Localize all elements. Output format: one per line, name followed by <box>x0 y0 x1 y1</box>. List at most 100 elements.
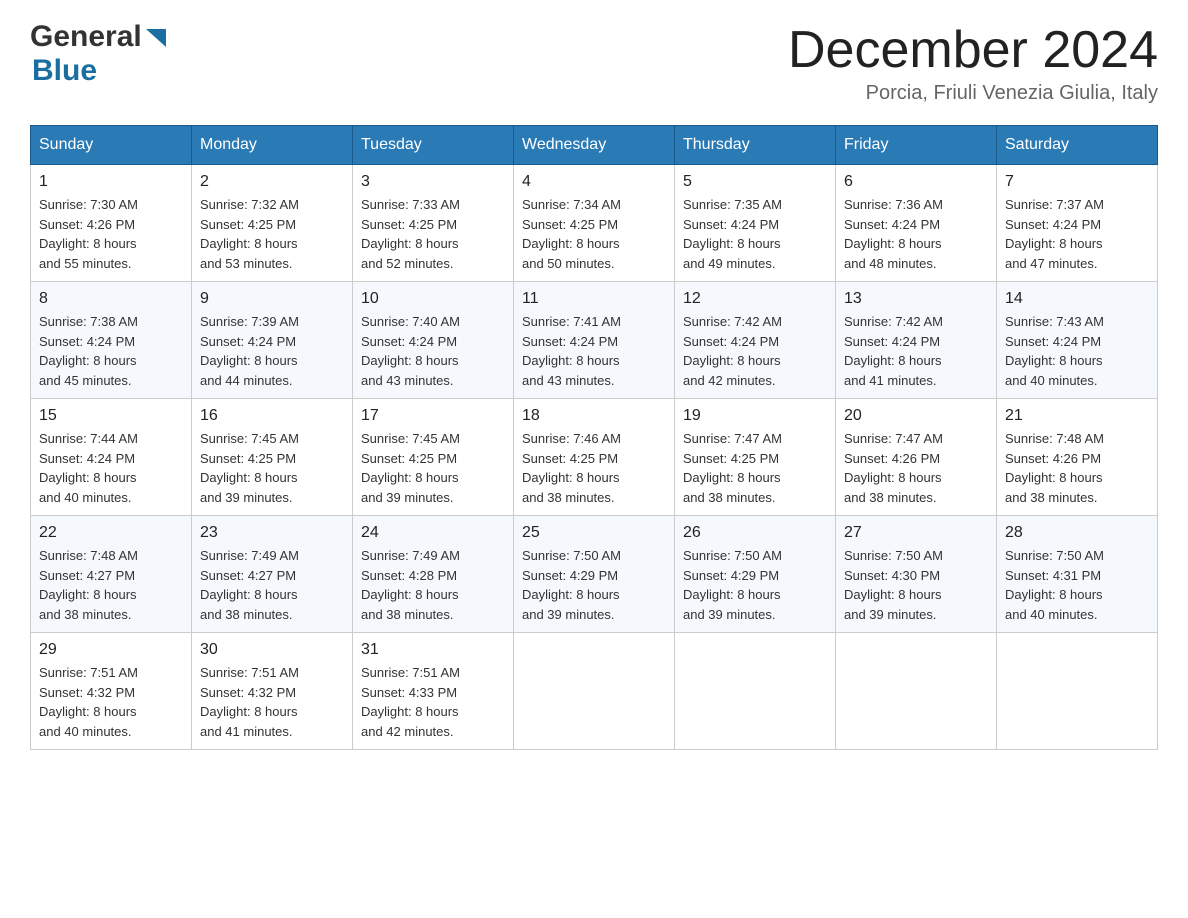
day-info: Sunrise: 7:50 AMSunset: 4:29 PMDaylight:… <box>683 546 827 624</box>
calendar-day-cell: 12 Sunrise: 7:42 AMSunset: 4:24 PMDayligh… <box>675 282 836 399</box>
day-info: Sunrise: 7:46 AMSunset: 4:25 PMDaylight:… <box>522 429 666 507</box>
col-saturday: Saturday <box>997 126 1158 165</box>
day-number: 31 <box>361 641 505 659</box>
day-number: 24 <box>361 524 505 542</box>
day-number: 30 <box>200 641 344 659</box>
calendar-day-cell: 25 Sunrise: 7:50 AMSunset: 4:29 PMDayligh… <box>514 516 675 633</box>
day-number: 11 <box>522 290 666 308</box>
col-wednesday: Wednesday <box>514 126 675 165</box>
day-info: Sunrise: 7:40 AMSunset: 4:24 PMDaylight:… <box>361 312 505 390</box>
calendar-week-row: 1 Sunrise: 7:30 AMSunset: 4:26 PMDaylight… <box>31 165 1158 282</box>
calendar-day-cell: 26 Sunrise: 7:50 AMSunset: 4:29 PMDayligh… <box>675 516 836 633</box>
calendar-day-cell: 29 Sunrise: 7:51 AMSunset: 4:32 PMDayligh… <box>31 633 192 750</box>
day-number: 1 <box>39 173 183 191</box>
logo-general-text: General <box>30 20 142 54</box>
day-info: Sunrise: 7:51 AMSunset: 4:32 PMDaylight:… <box>39 663 183 741</box>
day-info: Sunrise: 7:51 AMSunset: 4:32 PMDaylight:… <box>200 663 344 741</box>
calendar-day-cell: 11Sunrise: 7:41 AMSunset: 4:24 PMDayligh… <box>514 282 675 399</box>
calendar-day-cell: 13Sunrise: 7:42 AMSunset: 4:24 PMDayligh… <box>836 282 997 399</box>
day-number: 26 <box>683 524 827 542</box>
calendar-day-cell: 20Sunrise: 7:47 AMSunset: 4:26 PMDayligh… <box>836 399 997 516</box>
day-info: Sunrise: 7:51 AMSunset: 4:33 PMDaylight:… <box>361 663 505 741</box>
calendar-week-row: 22Sunrise: 7:48 AMSunset: 4:27 PMDayligh… <box>31 516 1158 633</box>
day-number: 25 <box>522 524 666 542</box>
day-info: Sunrise: 7:32 AMSunset: 4:25 PMDaylight:… <box>200 195 344 273</box>
day-info: Sunrise: 7:49 AMSunset: 4:27 PMDaylight:… <box>200 546 344 624</box>
day-info: Sunrise: 7:42 AMSunset: 4:24 PMDaylight:… <box>683 312 827 390</box>
day-number: 4 <box>522 173 666 191</box>
day-info: Sunrise: 7:50 AMSunset: 4:29 PMDaylight:… <box>522 546 666 624</box>
month-title: December 2024 <box>788 20 1158 80</box>
location: Porcia, Friuli Venezia Giulia, Italy <box>788 82 1158 105</box>
day-number: 20 <box>844 407 988 425</box>
day-number: 28 <box>1005 524 1149 542</box>
calendar-table: Sunday Monday Tuesday Wednesday Thursday… <box>30 125 1158 750</box>
col-friday: Friday <box>836 126 997 165</box>
day-number: 17 <box>361 407 505 425</box>
calendar-day-cell: 27 Sunrise: 7:50 AMSunset: 4:30 PMDayligh… <box>836 516 997 633</box>
day-info: Sunrise: 7:36 AMSunset: 4:24 PMDaylight:… <box>844 195 988 273</box>
calendar-day-cell: 17 Sunrise: 7:45 AMSunset: 4:25 PMDayligh… <box>353 399 514 516</box>
calendar-day-cell: 1 Sunrise: 7:30 AMSunset: 4:26 PMDaylight… <box>31 165 192 282</box>
calendar-day-cell <box>514 633 675 750</box>
calendar-day-cell: 6Sunrise: 7:36 AMSunset: 4:24 PMDaylight… <box>836 165 997 282</box>
day-number: 10 <box>361 290 505 308</box>
day-number: 9 <box>200 290 344 308</box>
day-number: 8 <box>39 290 183 308</box>
calendar-week-row: 15 Sunrise: 7:44 AMSunset: 4:24 PMDayligh… <box>31 399 1158 516</box>
day-info: Sunrise: 7:35 AMSunset: 4:24 PMDaylight:… <box>683 195 827 273</box>
day-info: Sunrise: 7:50 AMSunset: 4:30 PMDaylight:… <box>844 546 988 624</box>
calendar-week-row: 29 Sunrise: 7:51 AMSunset: 4:32 PMDayligh… <box>31 633 1158 750</box>
title-area: December 2024 Porcia, Friuli Venezia Giu… <box>788 20 1158 105</box>
calendar-day-cell: 31 Sunrise: 7:51 AMSunset: 4:33 PMDayligh… <box>353 633 514 750</box>
day-number: 15 <box>39 407 183 425</box>
logo: General Blue <box>30 20 166 88</box>
day-info: Sunrise: 7:44 AMSunset: 4:24 PMDaylight:… <box>39 429 183 507</box>
day-number: 3 <box>361 173 505 191</box>
calendar-day-cell: 9 Sunrise: 7:39 AMSunset: 4:24 PMDaylight… <box>192 282 353 399</box>
day-info: Sunrise: 7:30 AMSunset: 4:26 PMDaylight:… <box>39 195 183 273</box>
day-info: Sunrise: 7:38 AMSunset: 4:24 PMDaylight:… <box>39 312 183 390</box>
col-thursday: Thursday <box>675 126 836 165</box>
calendar-day-cell: 24 Sunrise: 7:49 AMSunset: 4:28 PMDayligh… <box>353 516 514 633</box>
day-info: Sunrise: 7:43 AMSunset: 4:24 PMDaylight:… <box>1005 312 1149 390</box>
day-number: 21 <box>1005 407 1149 425</box>
calendar-day-cell <box>836 633 997 750</box>
day-number: 5 <box>683 173 827 191</box>
logo-triangle-icon <box>146 29 166 52</box>
calendar-day-cell: 19 Sunrise: 7:47 AMSunset: 4:25 PMDayligh… <box>675 399 836 516</box>
day-number: 16 <box>200 407 344 425</box>
day-info: Sunrise: 7:45 AMSunset: 4:25 PMDaylight:… <box>361 429 505 507</box>
day-number: 12 <box>683 290 827 308</box>
page-header: General Blue December 2024 Porcia, Friul… <box>30 20 1158 105</box>
day-info: Sunrise: 7:39 AMSunset: 4:24 PMDaylight:… <box>200 312 344 390</box>
calendar-day-cell: 18 Sunrise: 7:46 AMSunset: 4:25 PMDayligh… <box>514 399 675 516</box>
calendar-day-cell: 14Sunrise: 7:43 AMSunset: 4:24 PMDayligh… <box>997 282 1158 399</box>
calendar-day-cell: 3 Sunrise: 7:33 AMSunset: 4:25 PMDaylight… <box>353 165 514 282</box>
day-number: 19 <box>683 407 827 425</box>
day-number: 18 <box>522 407 666 425</box>
calendar-day-cell: 4Sunrise: 7:34 AMSunset: 4:25 PMDaylight… <box>514 165 675 282</box>
day-number: 27 <box>844 524 988 542</box>
col-monday: Monday <box>192 126 353 165</box>
calendar-day-cell: 28Sunrise: 7:50 AMSunset: 4:31 PMDayligh… <box>997 516 1158 633</box>
calendar-day-cell: 30 Sunrise: 7:51 AMSunset: 4:32 PMDayligh… <box>192 633 353 750</box>
day-info: Sunrise: 7:47 AMSunset: 4:25 PMDaylight:… <box>683 429 827 507</box>
col-sunday: Sunday <box>31 126 192 165</box>
day-number: 2 <box>200 173 344 191</box>
calendar-day-cell: 7Sunrise: 7:37 AMSunset: 4:24 PMDaylight… <box>997 165 1158 282</box>
calendar-day-cell: 16Sunrise: 7:45 AMSunset: 4:25 PMDayligh… <box>192 399 353 516</box>
calendar-day-cell: 15 Sunrise: 7:44 AMSunset: 4:24 PMDayligh… <box>31 399 192 516</box>
calendar-header-row: Sunday Monday Tuesday Wednesday Thursday… <box>31 126 1158 165</box>
calendar-day-cell: 10 Sunrise: 7:40 AMSunset: 4:24 PMDayligh… <box>353 282 514 399</box>
day-info: Sunrise: 7:49 AMSunset: 4:28 PMDaylight:… <box>361 546 505 624</box>
calendar-week-row: 8 Sunrise: 7:38 AMSunset: 4:24 PMDaylight… <box>31 282 1158 399</box>
day-info: Sunrise: 7:33 AMSunset: 4:25 PMDaylight:… <box>361 195 505 273</box>
calendar-day-cell <box>675 633 836 750</box>
day-info: Sunrise: 7:48 AMSunset: 4:27 PMDaylight:… <box>39 546 183 624</box>
col-tuesday: Tuesday <box>353 126 514 165</box>
day-number: 29 <box>39 641 183 659</box>
calendar-day-cell: 23Sunrise: 7:49 AMSunset: 4:27 PMDayligh… <box>192 516 353 633</box>
calendar-day-cell: 22Sunrise: 7:48 AMSunset: 4:27 PMDayligh… <box>31 516 192 633</box>
calendar-day-cell <box>997 633 1158 750</box>
